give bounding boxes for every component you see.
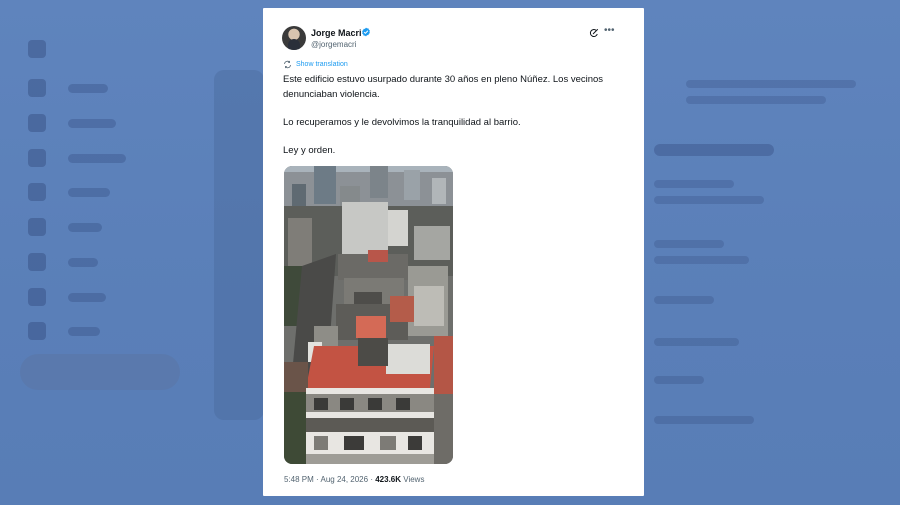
tweet-photo[interactable] bbox=[284, 166, 453, 464]
bg-line bbox=[686, 80, 856, 88]
bg-nav-item bbox=[28, 149, 126, 167]
bg-nav-item bbox=[28, 288, 106, 306]
bg-line bbox=[686, 96, 826, 104]
views-count: 423.6K bbox=[375, 475, 402, 484]
bg-center-column bbox=[214, 70, 264, 420]
bg-line bbox=[654, 180, 734, 188]
show-translation-link[interactable]: Show translation bbox=[283, 60, 348, 69]
views-label: Views bbox=[403, 475, 425, 484]
translate-icon bbox=[284, 60, 291, 69]
bg-line bbox=[654, 416, 754, 424]
tweet-text-paragraph-2: Lo recuperamos y le devolvimos la tranqu… bbox=[283, 117, 521, 128]
bg-nav-item bbox=[28, 183, 110, 201]
bg-line bbox=[654, 240, 724, 248]
tweet-meta: 5:48 PM · Aug 24, 2026 · 423.6K Views bbox=[284, 475, 424, 484]
meta-separator: · bbox=[370, 475, 373, 484]
avatar[interactable] bbox=[282, 26, 306, 50]
more-icon[interactable]: ••• bbox=[604, 26, 615, 36]
tweet-text-paragraph-3: Ley y orden. bbox=[283, 145, 336, 156]
author-handle[interactable]: @jorgemacri bbox=[311, 40, 356, 49]
bg-logo bbox=[28, 40, 46, 58]
verified-badge-icon bbox=[362, 27, 370, 37]
bg-line bbox=[654, 296, 714, 304]
show-translation-label[interactable]: Show translation bbox=[296, 61, 348, 68]
tweet-card: Jorge Macri @jorgemacri ••• Show transla… bbox=[263, 8, 644, 496]
bg-line bbox=[654, 338, 739, 346]
aerial-building-image bbox=[284, 166, 453, 464]
grok-icon[interactable] bbox=[589, 28, 599, 38]
bg-nav-item bbox=[28, 218, 102, 236]
bg-post-button bbox=[20, 354, 180, 390]
bg-line bbox=[654, 376, 704, 384]
bg-nav-item bbox=[28, 114, 116, 132]
bg-nav-item bbox=[28, 322, 100, 340]
bg-nav-item bbox=[28, 253, 98, 271]
tweet-text-paragraph-1: Este edificio estuvo usurpado durante 30… bbox=[283, 74, 604, 100]
bg-nav-item bbox=[28, 79, 108, 97]
bg-line bbox=[654, 256, 749, 264]
tweet-time[interactable]: 5:48 PM bbox=[284, 475, 314, 484]
bg-trends-title bbox=[654, 144, 774, 156]
bg-line bbox=[654, 196, 764, 204]
tweet-date[interactable]: Aug 24, 2026 bbox=[320, 475, 368, 484]
meta-separator: · bbox=[316, 475, 319, 484]
author-name[interactable]: Jorge Macri bbox=[311, 28, 362, 38]
